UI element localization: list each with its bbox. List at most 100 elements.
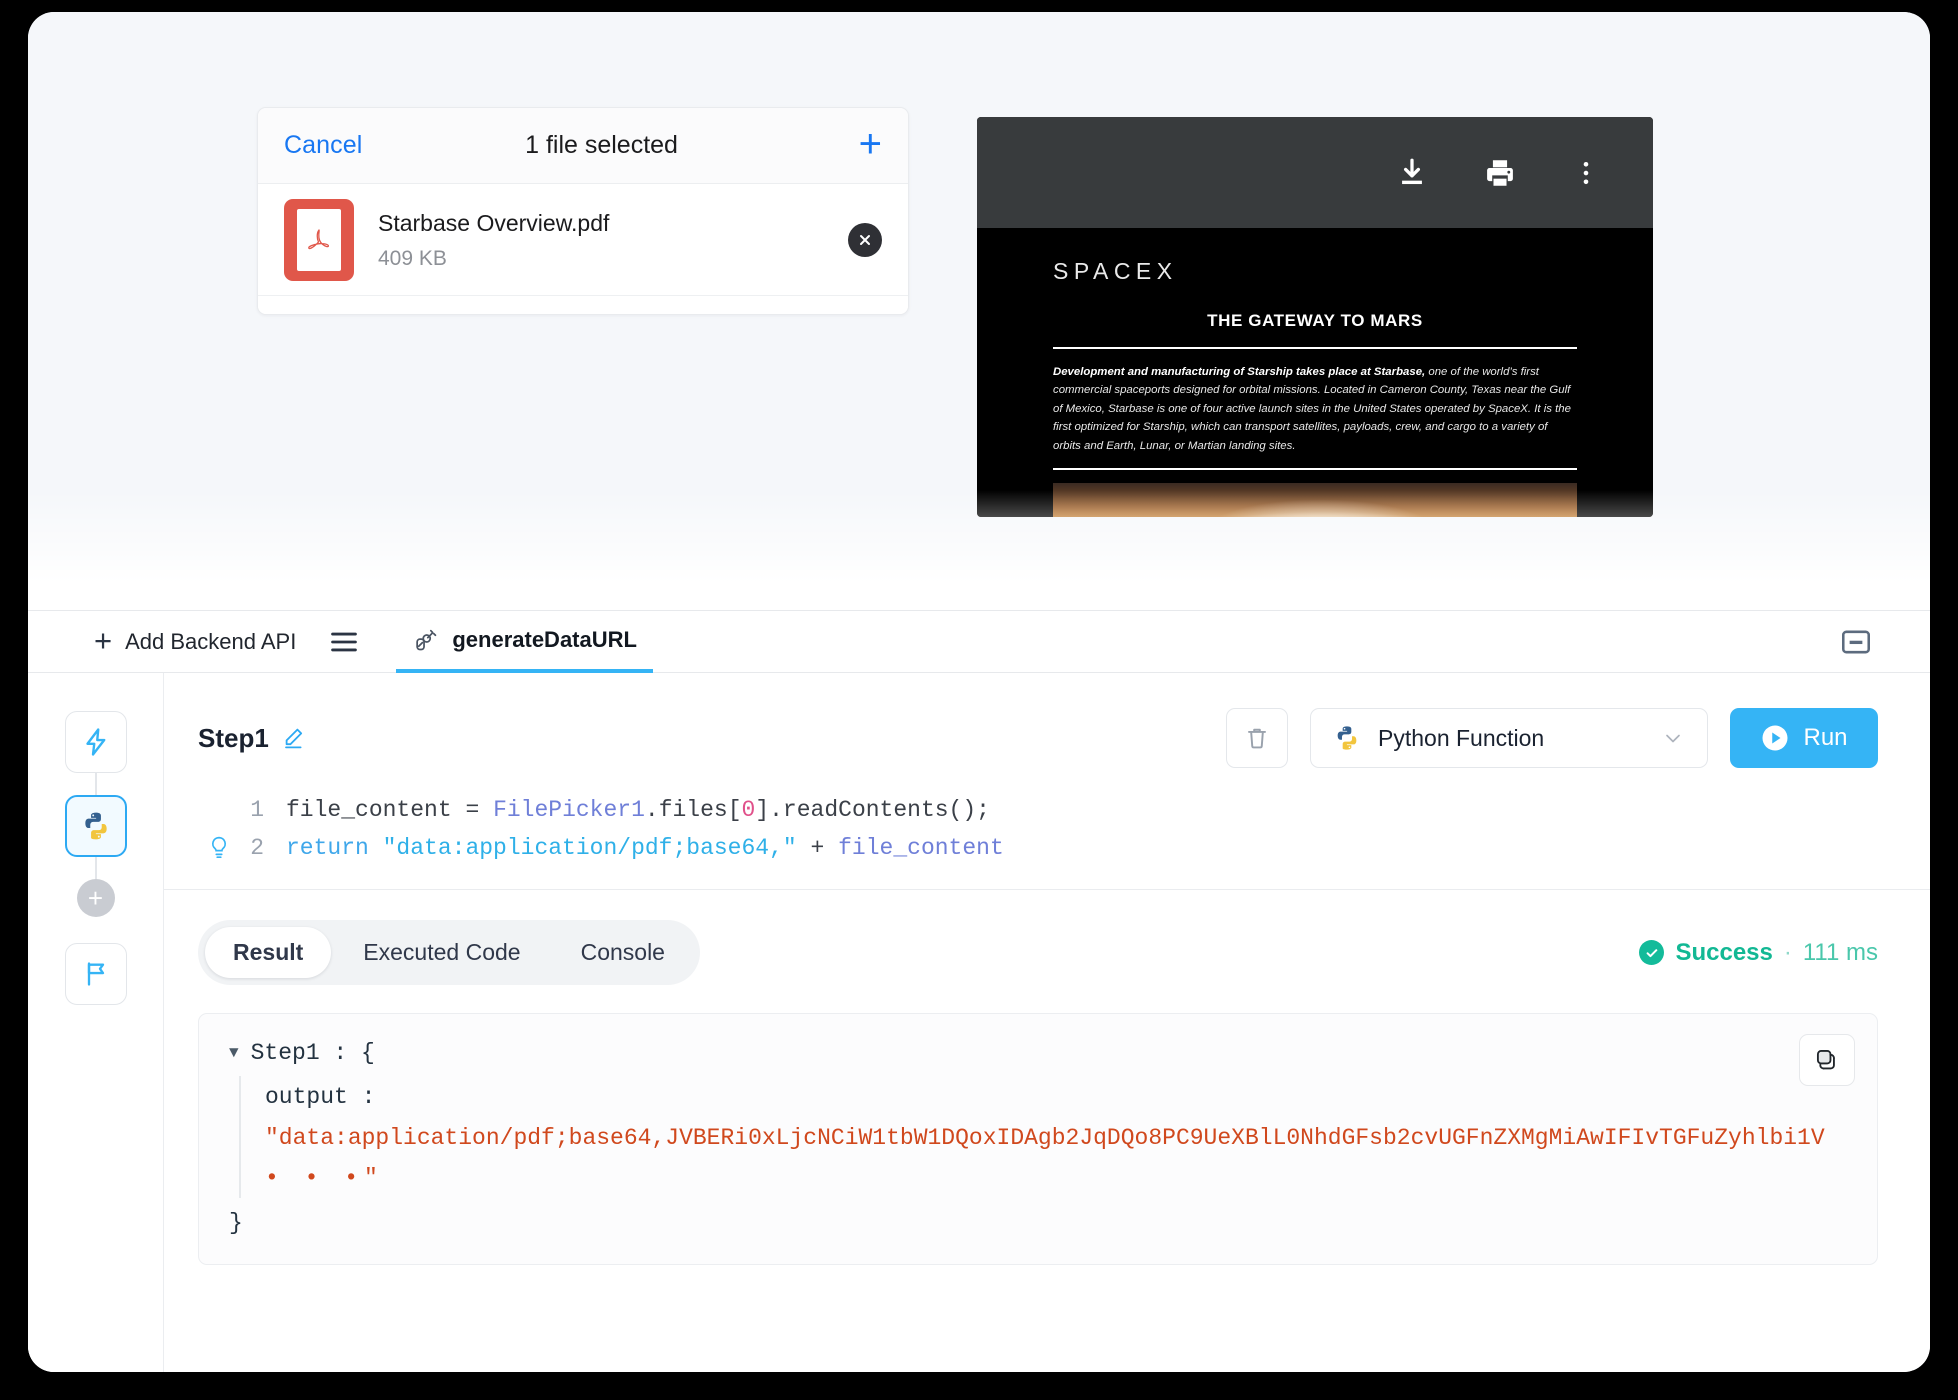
result-value-truncation: • • •" <box>265 1165 384 1191</box>
chevron-down-icon <box>1666 734 1680 743</box>
code-line-number: 2 <box>250 835 264 861</box>
result-close-brace: } <box>229 1210 243 1236</box>
python-icon <box>1337 726 1357 750</box>
copy-button[interactable] <box>1799 1034 1855 1086</box>
step-title-group: Step1 <box>198 723 305 754</box>
tab-result[interactable]: Result <box>205 927 332 978</box>
step-header: Step1 Python Function Run <box>164 673 1930 777</box>
result-value: "data:application/pdf;base64,JVBERi0xLjc… <box>265 1125 1825 1151</box>
file-list-item[interactable]: Starbase Overview.pdf 409 KB <box>258 184 908 296</box>
result-tabs: Result Executed Code Console <box>198 920 700 985</box>
file-picker-header: Cancel 1 file selected + <box>258 108 908 184</box>
code-token: 0 <box>741 797 756 823</box>
code-token: file_content <box>286 797 452 823</box>
app-window: Cancel 1 file selected + Starbase Overvi… <box>28 12 1930 1372</box>
copy-icon <box>1816 1049 1835 1070</box>
collapse-caret-icon[interactable]: ▼ <box>229 1045 239 1061</box>
rail-node-add[interactable]: + <box>76 879 115 917</box>
language-select[interactable]: Python Function <box>1310 708 1708 768</box>
tab-executed-code[interactable]: Executed Code <box>335 927 548 978</box>
file-picker-footer <box>258 296 908 314</box>
file-size: 409 KB <box>378 246 447 270</box>
pdf-toolbar <box>977 117 1653 228</box>
code-line: 1 file_content = FilePicker1.files[0].re… <box>164 791 1930 829</box>
plus-icon: + <box>94 622 113 658</box>
status-separator: · <box>1783 938 1792 966</box>
result-root-label: Step1 : { <box>250 1040 375 1066</box>
pdf-divider-top <box>1053 347 1577 349</box>
status-badge: Success · 111 ms <box>1639 939 1878 967</box>
step-actions: Python Function Run <box>1226 708 1878 768</box>
code-editor[interactable]: 1 file_content = FilePicker1.files[0].re… <box>164 777 1930 890</box>
pdf-heading: THE GATEWAY TO MARS <box>1207 311 1423 330</box>
code-token: "data:application/pdf;base64," <box>382 835 797 861</box>
file-meta: Starbase Overview.pdf 409 KB <box>378 208 848 270</box>
play-icon <box>1762 725 1788 751</box>
hamburger-menu-icon[interactable] <box>330 631 358 653</box>
rail-connector <box>94 773 97 795</box>
file-picker-widget: Cancel 1 file selected + Starbase Overvi… <box>257 107 909 315</box>
step-main: Step1 Python Function Run 1 file_content… <box>164 673 1930 1372</box>
tab-console[interactable]: Console <box>553 927 693 978</box>
code-content: return "data:application/pdf;base64," + … <box>286 829 1004 867</box>
code-token: + <box>796 835 839 861</box>
result-root-row[interactable]: ▼ Step1 : { <box>229 1040 1847 1066</box>
pdf-file-icon <box>284 198 354 281</box>
pdf-body-text: Development and manufacturing of Starshi… <box>1053 363 1577 455</box>
result-body: output : "data:application/pdf;base64,JV… <box>239 1076 1847 1198</box>
pdf-body-lead: Development and manufacturing of Starshi… <box>1053 366 1426 378</box>
tab-generatedataurl[interactable]: generateDataURL <box>396 611 653 673</box>
status-duration: 111 ms <box>1802 938 1878 966</box>
print-icon[interactable] <box>1483 156 1517 190</box>
api-plug-icon <box>416 629 437 650</box>
result-key: output : <box>265 1084 376 1110</box>
add-backend-api-label: Add Backend API <box>125 628 297 654</box>
more-vertical-icon[interactable] <box>1571 156 1601 190</box>
code-gutter[interactable] <box>198 835 240 861</box>
rail-connector <box>94 857 97 879</box>
pdf-sunset-photo <box>1053 483 1577 517</box>
pdf-page: SPACEX THE GATEWAY TO MARS Development a… <box>977 228 1653 517</box>
code-token: = <box>451 797 494 823</box>
pencil-edit-icon[interactable] <box>281 726 305 750</box>
pdf-body-rest: one of the world’s first commercial spac… <box>1053 366 1571 452</box>
flag-icon <box>87 962 104 986</box>
rail-node-trigger[interactable] <box>64 711 127 773</box>
rail-node-end[interactable] <box>64 943 127 1005</box>
check-circle-icon <box>1639 940 1665 965</box>
delete-step-button[interactable] <box>1226 708 1288 768</box>
code-token: file_content <box>838 835 1004 861</box>
code-line: 2 return "data:application/pdf;base64," … <box>164 829 1930 867</box>
result-output-panel: ▼ Step1 : { output : "data:application/p… <box>198 1013 1878 1265</box>
minimize-icon[interactable] <box>1840 628 1872 656</box>
code-content: file_content = FilePicker1.files[0].read… <box>286 791 990 829</box>
editor-tabbar: + Add Backend API generateDataURL <box>28 611 1930 673</box>
lightbulb-icon[interactable] <box>207 835 231 861</box>
code-token: ].readContents(); <box>755 797 990 823</box>
pdf-viewer: SPACEX THE GATEWAY TO MARS Development a… <box>977 117 1653 517</box>
preview-canvas: Cancel 1 file selected + Starbase Overvi… <box>28 12 1930 610</box>
trash-icon <box>1248 728 1266 749</box>
language-label: Python Function <box>1378 724 1545 751</box>
pdf-divider-bottom <box>1053 468 1577 471</box>
backend-api-editor: + Add Backend API generateDataURL + Step… <box>28 610 1930 1372</box>
status-label: Success <box>1675 938 1773 966</box>
remove-file-button[interactable] <box>848 222 882 257</box>
code-token: .files[ <box>644 797 742 823</box>
rail-node-python[interactable] <box>64 795 127 857</box>
result-section: Result Executed Code Console Success · 1… <box>164 890 1930 1372</box>
file-name: Starbase Overview.pdf <box>378 210 610 237</box>
result-toolbar: Result Executed Code Console Success · 1… <box>198 920 1878 985</box>
add-file-icon[interactable]: + <box>859 124 882 164</box>
download-icon[interactable] <box>1395 156 1429 190</box>
add-backend-api-button[interactable]: + Add Backend API <box>94 622 297 658</box>
page-title: Step1 <box>198 722 269 753</box>
python-icon <box>84 812 107 840</box>
file-picker-title: 1 file selected <box>525 131 678 159</box>
code-token: return <box>286 835 383 861</box>
spacex-logo: SPACEX <box>1053 258 1178 284</box>
run-button[interactable]: Run <box>1730 708 1878 768</box>
run-label: Run <box>1803 724 1848 751</box>
tab-label: generateDataURL <box>452 626 637 652</box>
code-line-number: 1 <box>250 797 264 823</box>
